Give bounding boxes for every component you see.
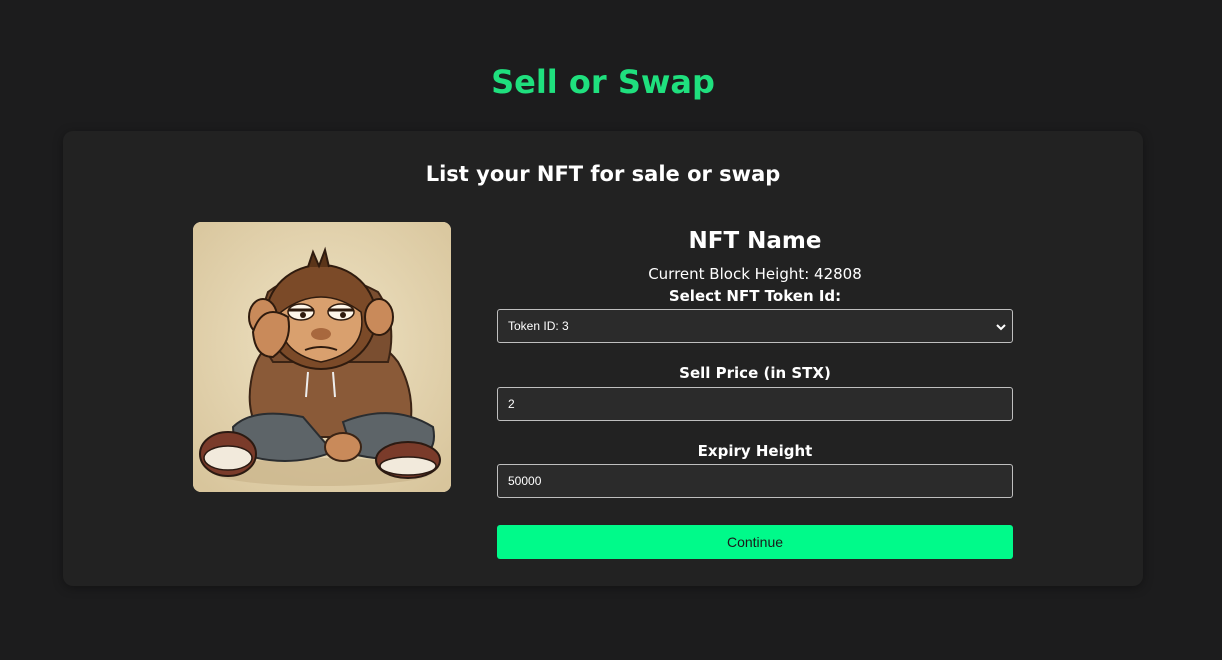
sell-price-input[interactable]: 2 (497, 387, 1013, 421)
expiry-height-label: Expiry Height (697, 442, 813, 460)
nft-image (193, 222, 451, 492)
token-id-selected-value: Token ID: 3 (508, 319, 569, 333)
card-title: List your NFT for sale or swap (425, 162, 781, 186)
expiry-height-input[interactable]: 50000 (497, 464, 1013, 498)
page-title: Sell or Swap (491, 63, 715, 101)
token-id-select[interactable]: Token ID: 3 (497, 309, 1013, 343)
chevron-down-icon (996, 324, 1006, 331)
listing-card: List your NFT for sale or swap NFT Name … (63, 131, 1143, 586)
continue-button[interactable]: Continue (497, 525, 1013, 559)
block-height-text: Current Block Height: 42808 (648, 265, 862, 283)
token-id-label: Select NFT Token Id: (668, 287, 842, 305)
sell-price-label: Sell Price (in STX) (679, 364, 831, 382)
nft-name: NFT Name (688, 228, 822, 254)
monkey-illustration-icon (193, 222, 451, 492)
